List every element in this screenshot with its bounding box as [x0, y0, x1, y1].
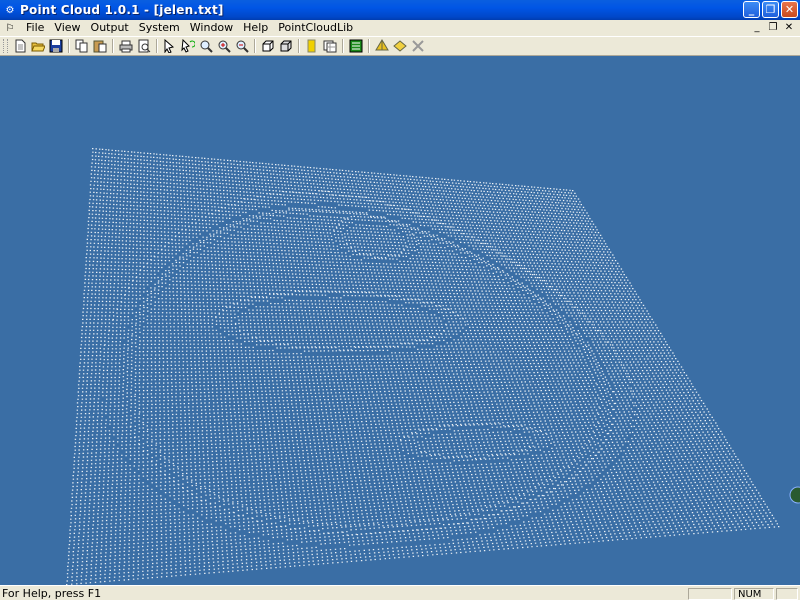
document-icon[interactable]: ⚐	[3, 23, 17, 34]
toolbar-separator	[254, 39, 256, 53]
toolbar-grip[interactable]	[3, 39, 8, 53]
print-preview-icon[interactable]	[135, 38, 153, 54]
menu-window[interactable]: Window	[185, 20, 238, 36]
mdi-minimize-button[interactable]: _	[750, 21, 764, 34]
delete-icon[interactable]	[409, 38, 427, 54]
menu-help[interactable]: Help	[238, 20, 273, 36]
point-cloud-app-icon[interactable]: ⚙	[3, 4, 17, 16]
highlight-icon[interactable]	[303, 38, 321, 54]
open-icon[interactable]	[29, 38, 47, 54]
new-icon[interactable]	[11, 38, 29, 54]
restore-button[interactable]: ❐	[762, 1, 779, 18]
print-icon[interactable]	[117, 38, 135, 54]
menu-pointcloudlib[interactable]: PointCloudLib	[273, 20, 358, 36]
num-lock-indicator: NUM	[734, 587, 774, 600]
zoom-in-icon[interactable]	[215, 38, 233, 54]
box-wire-icon[interactable]	[277, 38, 295, 54]
rotate-icon[interactable]	[179, 38, 197, 54]
mdi-close-button[interactable]: ✕	[782, 21, 796, 34]
toolbar-separator	[342, 39, 344, 53]
status-help-text: For Help, press F1	[2, 587, 102, 600]
copy-icon[interactable]	[73, 38, 91, 54]
export-icon[interactable]	[347, 38, 365, 54]
status-pane-empty	[688, 587, 732, 600]
mdi-controls: _ ❐ ✕	[750, 21, 796, 34]
toolbar-separator	[156, 39, 158, 53]
menu-system[interactable]: System	[134, 20, 185, 36]
menu-output[interactable]: Output	[86, 20, 134, 36]
toolbar-separator	[368, 39, 370, 53]
shade-icon[interactable]	[373, 38, 391, 54]
zoom-icon[interactable]	[197, 38, 215, 54]
point-cloud-canvas[interactable]	[0, 56, 800, 585]
mdi-restore-button[interactable]: ❐	[766, 21, 780, 34]
window-controls: _ ❐ ✕	[743, 1, 798, 18]
menu-bar: ⚐ File View Output System Window Help Po…	[0, 20, 800, 36]
surface-icon[interactable]	[391, 38, 409, 54]
menu-file[interactable]: File	[21, 20, 49, 36]
status-bar: For Help, press F1 NUM	[0, 585, 800, 600]
paste-icon[interactable]	[91, 38, 109, 54]
point-cloud-viewport[interactable]	[0, 56, 800, 585]
status-pane-empty	[776, 587, 798, 600]
point-cloud-points	[66, 148, 780, 585]
toolbar-separator	[112, 39, 114, 53]
save-icon[interactable]	[47, 38, 65, 54]
box-view-icon[interactable]	[259, 38, 277, 54]
minimize-button[interactable]: _	[743, 1, 760, 18]
zoom-extents-icon[interactable]	[233, 38, 251, 54]
close-button[interactable]: ✕	[781, 1, 798, 18]
window-title: Point Cloud 1.0.1 - [jelen.txt]	[20, 3, 224, 17]
toolbar	[0, 36, 800, 56]
grid-icon[interactable]	[321, 38, 339, 54]
orientation-globe-icon[interactable]	[789, 486, 800, 504]
select-icon[interactable]	[161, 38, 179, 54]
menu-view[interactable]: View	[49, 20, 85, 36]
toolbar-separator	[68, 39, 70, 53]
toolbar-separator	[298, 39, 300, 53]
title-bar: ⚙ Point Cloud 1.0.1 - [jelen.txt] _ ❐ ✕	[0, 0, 800, 20]
